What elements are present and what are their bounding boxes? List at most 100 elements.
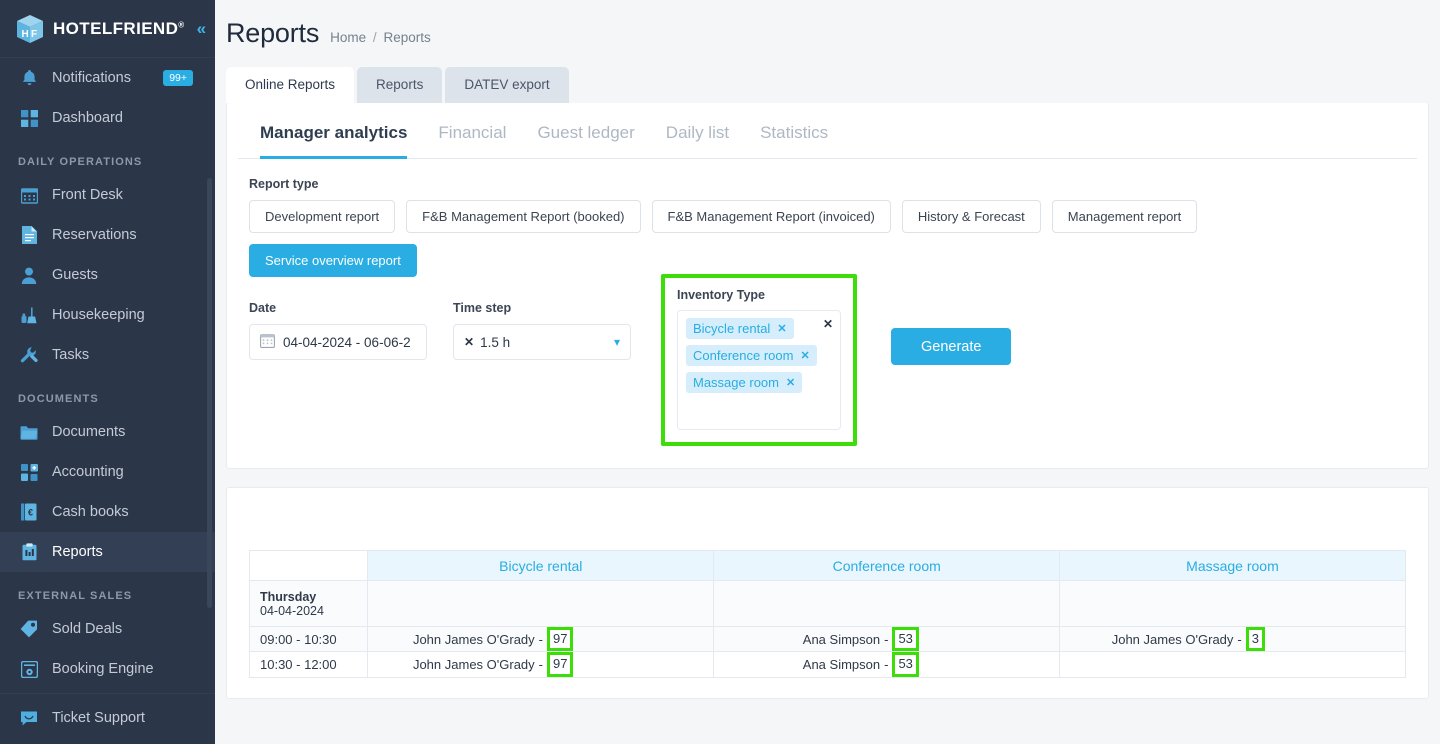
entry-dash: - [538, 631, 543, 647]
sidebar-item-reports[interactable]: Reports [0, 532, 215, 572]
inventory-pill-conference-room[interactable]: Conference room ✕ [686, 345, 817, 366]
time-step-field: Time step ✕ 1.5 h ▾ [453, 301, 631, 360]
sidebar-scrollbar[interactable] [207, 178, 212, 608]
x-icon[interactable]: ✕ [786, 376, 795, 389]
clear-all-x-icon[interactable]: ✕ [823, 317, 833, 331]
sidebar-item-documents[interactable]: Documents [0, 412, 215, 452]
tab-financial[interactable]: Financial [438, 123, 506, 158]
tab-daily-list[interactable]: Daily list [666, 123, 729, 158]
main-content: Reports Home / Reports Online Reports Re… [215, 0, 1440, 744]
table-row: 10:30 - 12:00 John James O'Grady - 97 An… [248, 651, 1407, 678]
chevron-double-left-icon[interactable]: « [197, 20, 206, 37]
sidebar-group-title: DOCUMENTS [18, 393, 99, 405]
tab-statistics[interactable]: Statistics [760, 123, 828, 158]
svg-text:F: F [31, 29, 37, 40]
entry-value-highlight: 3 [1245, 627, 1265, 652]
report-type-service-overview-report[interactable]: Service overview report [249, 244, 417, 277]
brand-registered-mark: ® [178, 19, 185, 29]
date-value: 04-04-2024 - 06-06-2 [283, 334, 411, 350]
sidebar-item-notifications[interactable]: Notifications 99+ [0, 58, 215, 98]
tab-reports[interactable]: Reports [357, 67, 443, 103]
day-weekday: Thursday [260, 589, 317, 604]
date-input[interactable]: 04-04-2024 - 06-06-2 [249, 324, 427, 360]
entry-name: Ana Simpson [802, 631, 881, 647]
report-type-fb-invoiced[interactable]: F&B Management Report (invoiced) [651, 200, 891, 233]
sidebar-item-booking-engine[interactable]: Booking Engine [0, 649, 215, 689]
sidebar-item-label: Booking Engine [52, 661, 154, 677]
report-type-history-forecast[interactable]: History & Forecast [901, 200, 1041, 233]
notifications-badge: 99+ [163, 69, 193, 87]
date-label: Date [249, 301, 277, 315]
reports-panel: Manager analytics Financial Guest ledger… [226, 103, 1429, 469]
x-icon[interactable]: ✕ [800, 349, 809, 362]
report-type-fb-booked[interactable]: F&B Management Report (booked) [406, 200, 641, 233]
breadcrumb: Home / Reports [330, 30, 431, 45]
cell-bicycle-rental: John James O'Grady - 97 [367, 651, 715, 678]
generate-button[interactable]: Generate [891, 328, 1012, 365]
row-time: 10:30 - 12:00 [248, 651, 369, 678]
report-type-label: Report type [249, 177, 319, 191]
sidebar-item-label: Ticket Support [52, 710, 145, 726]
sidebar-item-tasks[interactable]: Tasks [0, 335, 215, 375]
entry-dash: - [884, 631, 889, 647]
sidebar-item-label: Housekeeping [52, 307, 145, 323]
entry-name: Ana Simpson [802, 656, 881, 672]
sidebar: H F HOTELFRIEND® « Notifications 99+ Das… [0, 0, 215, 744]
sidebar-item-label: Dashboard [52, 110, 123, 126]
inventory-pill-massage-room[interactable]: Massage room ✕ [686, 372, 803, 393]
inventory-type-label: Inventory Type [677, 288, 765, 302]
sidebar-item-reservations[interactable]: Reservations [0, 215, 215, 255]
sidebar-item-housekeeping[interactable]: Housekeeping [0, 295, 215, 335]
sidebar-brand[interactable]: H F HOTELFRIEND® « [0, 0, 215, 58]
sidebar-item-front-desk[interactable]: Front Desk [0, 175, 215, 215]
x-icon[interactable]: ✕ [464, 335, 474, 349]
sidebar-item-sold-deals[interactable]: Sold Deals [0, 609, 215, 649]
tab-datev-export[interactable]: DATEV export [445, 67, 569, 103]
entry-name: John James O'Grady [412, 631, 535, 647]
entry-name: John James O'Grady [412, 656, 535, 672]
table-head: Bicycle rental Conference room Massage r… [248, 550, 1407, 581]
entry: Ana Simpson - 53 [802, 627, 919, 652]
hotelfriend-logo-icon: H F [16, 14, 44, 44]
sidebar-item-label: Accounting [52, 464, 124, 480]
report-type-management-report[interactable]: Management report [1051, 200, 1198, 233]
table-header-row: Bicycle rental Conference room Massage r… [248, 550, 1407, 581]
folder-icon [18, 421, 40, 443]
time-step-label: Time step [453, 301, 512, 315]
grid-icon [18, 107, 40, 129]
sidebar-item-cash-books[interactable]: € Cash books [0, 492, 215, 532]
inventory-pill-bicycle-rental[interactable]: Bicycle rental ✕ [686, 318, 794, 339]
tab-manager-analytics[interactable]: Manager analytics [260, 123, 408, 159]
page-header: Reports Home / Reports [215, 0, 1440, 49]
breadcrumb-current: Reports [383, 30, 431, 45]
cell-bicycle-rental: John James O'Grady - 97 [367, 625, 715, 653]
results-panel: Bicycle rental Conference room Massage r… [226, 487, 1429, 699]
table-row: 09:00 - 10:30 John James O'Grady - 97 An… [248, 625, 1407, 653]
table-row-day: Thursday 04-04-2024 [248, 580, 1407, 627]
sidebar-item-guests[interactable]: Guests [0, 255, 215, 295]
x-icon[interactable]: ✕ [777, 322, 786, 335]
pill-label: Conference room [693, 348, 794, 363]
report-type-options-row2: Service overview report [249, 244, 1406, 277]
report-type-development-report[interactable]: Development report [249, 200, 396, 233]
sidebar-item-dashboard[interactable]: Dashboard [0, 98, 215, 138]
entry-dash: - [884, 656, 889, 672]
row-time: 09:00 - 10:30 [248, 625, 369, 653]
time-step-select[interactable]: ✕ 1.5 h ▾ [453, 324, 631, 360]
tab-online-reports[interactable]: Online Reports [226, 67, 355, 103]
sidebar-item-label: Sold Deals [52, 621, 123, 637]
tab-guest-ledger[interactable]: Guest ledger [537, 123, 634, 158]
sidebar-item-ticket-support[interactable]: Ticket Support [0, 698, 215, 738]
day-empty-cell [367, 580, 715, 627]
sidebar-scroll-area: Notifications 99+ Dashboard DAILY OPERAT… [0, 58, 215, 744]
sidebar-item-label: Notifications [52, 70, 131, 86]
inventory-type-multiselect[interactable]: ✕ Bicycle rental ✕ Conference room ✕ Massa… [677, 310, 841, 430]
chevron-down-icon[interactable]: ▾ [614, 335, 620, 349]
filters-section: Report type Development report F&B Manag… [227, 159, 1428, 468]
breadcrumb-home[interactable]: Home [330, 30, 366, 45]
sidebar-item-label: Reports [52, 544, 103, 560]
sidebar-item-label: Front Desk [52, 187, 123, 203]
breadcrumb-separator: / [372, 30, 377, 45]
sidebar-item-label: Guests [52, 267, 98, 283]
sidebar-item-accounting[interactable]: Accounting [0, 452, 215, 492]
